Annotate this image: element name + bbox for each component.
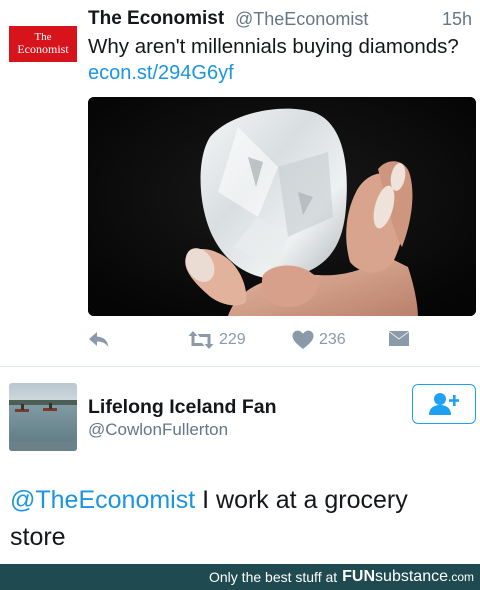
- retweet-icon: [188, 331, 214, 349]
- watermark-brand-fun: FUN: [342, 568, 376, 585]
- watermark-prefix: Only the best stuff at: [209, 569, 338, 585]
- tweet-divider: [0, 366, 480, 367]
- reply-button[interactable]: [88, 330, 110, 350]
- retweet-count: 229: [219, 331, 246, 348]
- reply-mention-link[interactable]: @TheEconomist: [10, 486, 195, 514]
- reply-author-name[interactable]: Lifelong Iceland Fan: [88, 396, 277, 419]
- economist-tweet: The Economist The Economist @TheEconomis…: [0, 0, 480, 365]
- watermark-brand-sub: substance: [375, 568, 448, 585]
- envelope-icon: [389, 331, 409, 346]
- avatar-logo-line2: Economist: [17, 42, 69, 56]
- direct-message-button[interactable]: [388, 330, 410, 348]
- retweet-button[interactable]: 229: [188, 330, 246, 350]
- follow-button[interactable]: [412, 384, 476, 424]
- watermark-brand-domain: .com: [447, 570, 474, 584]
- tweet-author-name[interactable]: The Economist: [88, 8, 224, 30]
- diamond-photo: [88, 97, 476, 316]
- tweet-timestamp[interactable]: 15h: [442, 9, 472, 30]
- watermark-banner: Only the best stuff at FUN substance .com: [0, 564, 480, 590]
- reply-author-avatar[interactable]: [9, 383, 77, 451]
- add-user-icon: [429, 393, 459, 415]
- tweet-actions: 229 236: [88, 330, 476, 356]
- reply-icon: [89, 332, 109, 347]
- like-count: 236: [319, 331, 346, 348]
- economist-avatar[interactable]: The Economist: [9, 26, 77, 62]
- tweet-text: Why aren't millennials buying diamonds?: [88, 35, 459, 58]
- reply-author-handle[interactable]: @CowlonFullerton: [88, 420, 228, 440]
- reply-text: @TheEconomist I work at a grocery store: [10, 482, 470, 556]
- heart-icon: [292, 330, 314, 349]
- tweet-author-handle[interactable]: @TheEconomist: [235, 9, 368, 30]
- avatar-photo: [9, 383, 77, 451]
- tweet-link[interactable]: econ.st/294G6yf: [88, 62, 234, 85]
- tweet-media-image[interactable]: [88, 97, 476, 316]
- like-button[interactable]: 236: [292, 330, 346, 350]
